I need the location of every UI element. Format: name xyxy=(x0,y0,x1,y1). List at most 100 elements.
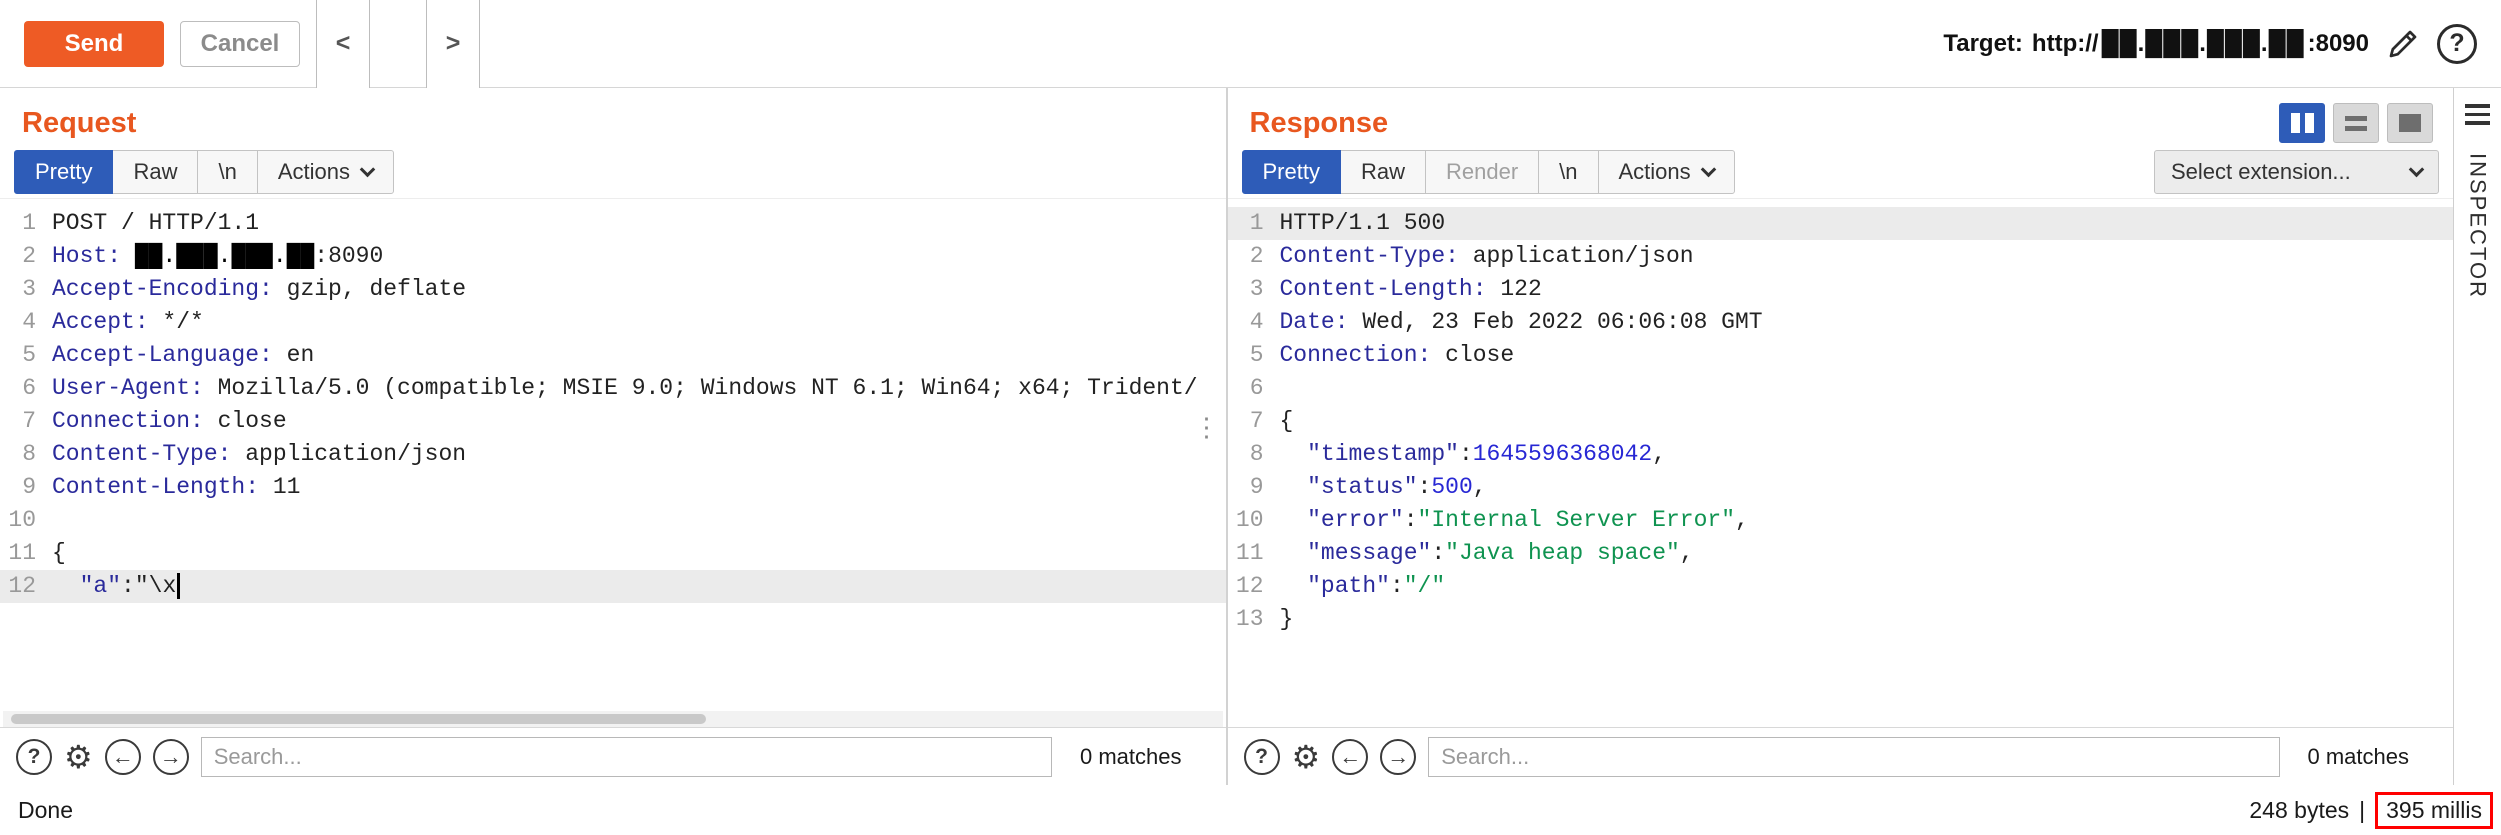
line-text: "error":"Internal Server Error", xyxy=(1280,504,2454,537)
tab-n[interactable]: \n xyxy=(197,150,257,194)
edit-target-button[interactable] xyxy=(2385,26,2421,62)
code-line-5[interactable]: 5Connection: close xyxy=(1228,339,2454,372)
line-number: 9 xyxy=(1228,471,1280,504)
view-rows-button[interactable] xyxy=(2333,103,2379,143)
tab-raw[interactable]: Raw xyxy=(1340,150,1426,194)
code-line-10[interactable]: 10 xyxy=(0,504,1226,537)
code-line-10[interactable]: 10 "error":"Internal Server Error", xyxy=(1228,504,2454,537)
search-settings-gear-icon[interactable]: ⚙ xyxy=(1292,741,1321,773)
inspector-strip: INSPECTOR xyxy=(2453,88,2501,785)
code-line-9[interactable]: 9Content-Length: 11 xyxy=(0,471,1226,504)
line-text: { xyxy=(1280,405,2454,438)
code-line-6[interactable]: 6 xyxy=(1228,372,2454,405)
rows-icon xyxy=(2345,116,2367,131)
code-line-13[interactable]: 13} xyxy=(1228,603,2454,636)
code-line-7[interactable]: 7{ xyxy=(1228,405,2454,438)
line-number: 9 xyxy=(0,471,52,504)
tab-actions[interactable]: Actions xyxy=(1598,150,1735,194)
scrollbar-thumb[interactable] xyxy=(11,714,706,724)
search-help-icon[interactable]: ? xyxy=(16,739,52,775)
line-text: Accept: */* xyxy=(52,306,1226,339)
request-code[interactable]: 1POST / HTTP/1.12Host: ██.███.███.██:809… xyxy=(0,207,1226,603)
response-editor[interactable]: 1HTTP/1.1 5002Content-Type: application/… xyxy=(1228,198,2454,727)
code-line-9[interactable]: 9 "status":500, xyxy=(1228,471,2454,504)
target-port: :8090 xyxy=(2308,30,2369,58)
line-number: 8 xyxy=(1228,438,1280,471)
chevron-down-icon xyxy=(1700,161,1716,177)
response-search-input[interactable] xyxy=(1428,737,2279,777)
line-number: 5 xyxy=(1228,339,1280,372)
search-next-button[interactable]: → xyxy=(153,739,189,775)
status-bar: Done 248 bytes | 395 millis xyxy=(0,785,2501,835)
request-match-count: 0 matches xyxy=(1080,744,1182,770)
response-code[interactable]: 1HTTP/1.1 5002Content-Type: application/… xyxy=(1228,207,2454,636)
code-line-3[interactable]: 3Accept-Encoding: gzip, deflate xyxy=(0,273,1226,306)
help-button[interactable]: ? xyxy=(2437,24,2477,64)
tab-label: Pretty xyxy=(35,159,92,185)
code-line-1[interactable]: 1HTTP/1.1 500 xyxy=(1228,207,2454,240)
code-line-6[interactable]: 6User-Agent: Mozilla/5.0 (compatible; MS… xyxy=(0,372,1226,405)
tab-raw[interactable]: Raw xyxy=(112,150,198,194)
code-line-4[interactable]: 4Accept: */* xyxy=(0,306,1226,339)
code-line-2[interactable]: 2Content-Type: application/json xyxy=(1228,240,2454,273)
millis-highlight-box: 395 millis xyxy=(2375,792,2493,829)
code-line-11[interactable]: 11 "message":"Java heap space", xyxy=(1228,537,2454,570)
search-settings-gear-icon[interactable]: ⚙ xyxy=(64,741,93,773)
code-line-12[interactable]: 12 "path":"/" xyxy=(1228,570,2454,603)
inspector-tab[interactable]: INSPECTOR xyxy=(2465,153,2491,299)
line-number: 1 xyxy=(1228,207,1280,240)
status-bytes: 248 bytes xyxy=(2249,797,2349,824)
cancel-button[interactable]: Cancel xyxy=(180,21,300,67)
search-help-icon[interactable]: ? xyxy=(1244,739,1280,775)
tab-label: Render xyxy=(1446,159,1518,185)
tab-label: Raw xyxy=(133,159,177,185)
response-match-count: 0 matches xyxy=(2308,744,2410,770)
code-line-3[interactable]: 3Content-Length: 122 xyxy=(1228,273,2454,306)
code-line-4[interactable]: 4Date: Wed, 23 Feb 2022 06:06:08 GMT xyxy=(1228,306,2454,339)
search-prev-button[interactable]: ← xyxy=(1332,739,1368,775)
line-number: 4 xyxy=(0,306,52,339)
select-extension-dropdown[interactable]: Select extension... xyxy=(2154,150,2439,194)
line-text: User-Agent: Mozilla/5.0 (compatible; MSI… xyxy=(52,372,1226,405)
view-single-button[interactable] xyxy=(2387,103,2433,143)
tab-pretty[interactable]: Pretty xyxy=(1242,150,1341,194)
request-editor[interactable]: 1POST / HTTP/1.12Host: ██.███.███.██:809… xyxy=(0,198,1226,711)
tab-render[interactable]: Render xyxy=(1425,150,1539,194)
status-millis: 395 millis xyxy=(2386,797,2482,823)
code-line-12[interactable]: 12 "a":"\x xyxy=(0,570,1226,603)
tab-label: Actions xyxy=(1619,159,1691,185)
line-text: Host: ██.███.███.██:8090 xyxy=(52,240,1226,273)
search-next-button[interactable]: → xyxy=(1380,739,1416,775)
code-line-8[interactable]: 8Content-Type: application/json xyxy=(0,438,1226,471)
status-done: Done xyxy=(18,797,73,824)
code-line-11[interactable]: 11{ xyxy=(0,537,1226,570)
code-line-1[interactable]: 1POST / HTTP/1.1 xyxy=(0,207,1226,240)
status-metrics: 248 bytes | 395 millis xyxy=(2249,792,2493,829)
view-columns-button[interactable] xyxy=(2279,103,2325,143)
code-line-5[interactable]: 5Accept-Language: en xyxy=(0,339,1226,372)
line-text: Content-Length: 122 xyxy=(1280,273,2454,306)
tab-actions[interactable]: Actions xyxy=(257,150,394,194)
line-text: Accept-Encoding: gzip, deflate xyxy=(52,273,1226,306)
code-line-2[interactable]: 2Host: ██.███.███.██:8090 xyxy=(0,240,1226,273)
hamburger-menu-icon[interactable] xyxy=(2465,104,2490,125)
tab-n[interactable]: \n xyxy=(1538,150,1598,194)
code-line-8[interactable]: 8 "timestamp":1645596368042, xyxy=(1228,438,2454,471)
line-text: "path":"/" xyxy=(1280,570,2454,603)
panel-drag-handle[interactable]: ⋮ xyxy=(1194,414,1220,440)
line-number: 1 xyxy=(0,207,52,240)
status-separator: | xyxy=(2359,797,2365,824)
line-number: 5 xyxy=(0,339,52,372)
request-search-input[interactable] xyxy=(201,737,1052,777)
code-line-7[interactable]: 7Connection: close xyxy=(0,405,1226,438)
line-number: 3 xyxy=(0,273,52,306)
chevron-down-icon xyxy=(360,161,376,177)
line-text: "message":"Java heap space", xyxy=(1280,537,2454,570)
line-text xyxy=(52,504,1226,537)
send-button[interactable]: Send xyxy=(24,21,164,67)
search-prev-button[interactable]: ← xyxy=(105,739,141,775)
tab-pretty[interactable]: Pretty xyxy=(14,150,113,194)
request-horizontal-scrollbar[interactable] xyxy=(3,711,1223,727)
line-text xyxy=(1280,372,2454,405)
response-tabrow: PrettyRaw Render \n Actions Select extensio… xyxy=(1228,146,2454,198)
